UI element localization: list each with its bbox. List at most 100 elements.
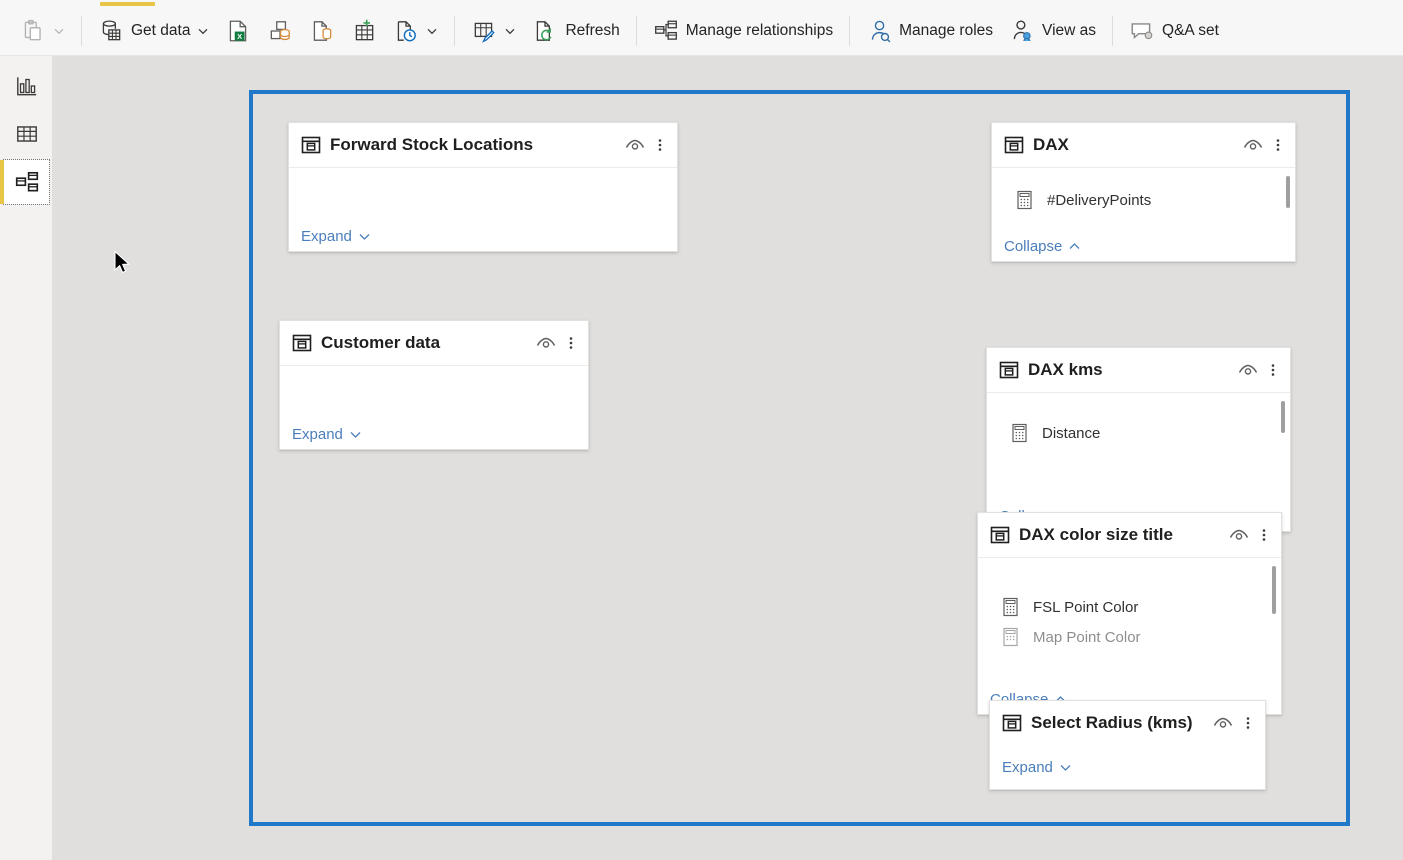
paste-button[interactable] xyxy=(12,11,73,51)
table-card-dax-color-size-title[interactable]: DAX color size title FSL Point Color Map… xyxy=(977,512,1282,715)
more-options-icon[interactable] xyxy=(1271,134,1285,156)
table-card-header[interactable]: Select Radius (kms) xyxy=(990,701,1265,746)
manage-roles-button[interactable]: Manage roles xyxy=(858,11,1001,51)
chevron-down-icon xyxy=(1060,764,1071,771)
measure-calculator-icon xyxy=(1003,627,1018,647)
mouse-cursor xyxy=(114,250,130,274)
eye-hide-icon[interactable] xyxy=(1228,524,1250,546)
table-card-header[interactable]: DAX kms xyxy=(987,348,1290,393)
table-card-header[interactable]: Forward Stock Locations xyxy=(289,123,677,168)
more-options-icon[interactable] xyxy=(653,134,667,156)
table-card-select-radius-kms[interactable]: Select Radius (kms) Expand xyxy=(989,700,1266,790)
sidebar-item-report-view[interactable] xyxy=(4,64,49,108)
table-card-dax-kms[interactable]: DAX kms Distance xyxy=(986,347,1291,532)
svg-text:X: X xyxy=(238,31,243,40)
table-card-title: DAX kms xyxy=(1028,360,1103,379)
view-as-button[interactable]: View as xyxy=(1001,11,1104,51)
table-card-title: Select Radius (kms) xyxy=(1031,713,1193,732)
bar-chart-icon xyxy=(16,77,36,96)
table-card-customer-data[interactable]: Customer data Expand xyxy=(279,320,589,450)
table-card-title: Forward Stock Locations xyxy=(330,135,534,154)
expand-link[interactable]: Expand xyxy=(301,228,371,245)
field-row[interactable]: Distance xyxy=(987,418,1290,448)
table-card-header[interactable]: DAX color size title xyxy=(978,513,1281,558)
more-options-icon[interactable] xyxy=(1257,524,1271,546)
refresh-button[interactable]: Refresh xyxy=(524,11,627,51)
table-card-icon xyxy=(301,136,321,154)
ribbon-separator xyxy=(849,15,851,46)
table-card-header[interactable]: DAX xyxy=(992,123,1295,168)
table-card-icon xyxy=(292,334,312,352)
more-options-icon[interactable] xyxy=(1266,359,1280,381)
table-card-icon xyxy=(990,526,1010,544)
transform-data-button[interactable] xyxy=(463,11,524,51)
collapse-label: Collapse xyxy=(1004,237,1063,255)
table-grid-icon xyxy=(16,126,37,142)
field-label: Map Point Color xyxy=(1033,628,1141,646)
table-card-header[interactable]: Customer data xyxy=(280,321,588,366)
field-row[interactable]: FSL Point Color xyxy=(978,592,1281,622)
dataverse-icon xyxy=(314,20,332,41)
model-diagram-canvas[interactable]: Forward Stock Locations Expand Customer … xyxy=(53,56,1403,860)
ribbon-separator xyxy=(635,15,637,46)
table-card-icon xyxy=(999,361,1019,379)
measure-calculator-icon xyxy=(1017,190,1032,210)
clipboard-icon xyxy=(24,19,41,40)
eye-hide-icon[interactable] xyxy=(624,134,646,156)
chevron-down-icon xyxy=(428,28,437,34)
ribbon-separator xyxy=(81,15,82,46)
qna-setup-label: Q&A set xyxy=(1162,21,1219,39)
chevron-up-icon xyxy=(1069,242,1080,249)
field-label: FSL Point Color xyxy=(1033,598,1139,616)
expand-link[interactable]: Expand xyxy=(292,426,362,443)
expand-label: Expand xyxy=(1002,758,1053,776)
table-card-forward-stock-locations[interactable]: Forward Stock Locations Expand xyxy=(288,122,678,252)
eye-hide-icon[interactable] xyxy=(1242,134,1264,156)
database-icon xyxy=(102,19,121,40)
sidebar-item-data-view[interactable] xyxy=(4,112,49,156)
view-as-icon xyxy=(1013,19,1031,41)
table-card-icon xyxy=(1004,136,1024,154)
field-row[interactable]: #DeliveryPoints xyxy=(992,185,1295,215)
eye-hide-icon[interactable] xyxy=(1212,712,1234,734)
recent-sources-icon xyxy=(398,20,417,41)
sql-server-button[interactable] xyxy=(259,11,301,51)
refresh-icon xyxy=(537,20,552,41)
collapse-link[interactable]: Collapse xyxy=(1004,238,1081,255)
table-card-dax[interactable]: DAX #DeliveryPoints Collapse xyxy=(991,122,1296,262)
qna-setup-button[interactable]: Q&A set xyxy=(1121,11,1227,51)
expand-label: Expand xyxy=(301,227,352,245)
dataverse-button[interactable] xyxy=(301,11,343,51)
eye-hide-icon[interactable] xyxy=(1237,359,1259,381)
model-relationship-icon xyxy=(15,171,38,192)
more-options-icon[interactable] xyxy=(1241,712,1255,734)
chevron-down-icon xyxy=(359,233,370,240)
relationships-icon xyxy=(654,20,677,40)
chevron-down-icon xyxy=(350,431,361,438)
ribbon-separator xyxy=(1112,15,1114,46)
table-card-title: Customer data xyxy=(321,333,441,352)
enter-data-button[interactable] xyxy=(343,11,385,51)
more-options-icon[interactable] xyxy=(564,332,578,354)
qna-icon xyxy=(1131,22,1153,39)
excel-workbook-button[interactable]: X xyxy=(217,11,259,51)
table-card-footer[interactable]: Expand xyxy=(289,221,677,251)
table-card-footer[interactable]: Expand xyxy=(990,745,1265,789)
get-data-button[interactable]: Get data xyxy=(90,11,217,51)
enter-data-icon xyxy=(356,19,374,40)
recent-sources-button[interactable] xyxy=(385,11,446,51)
manage-relationships-button[interactable]: Manage relationships xyxy=(645,11,841,51)
manage-roles-icon xyxy=(871,20,891,42)
field-row[interactable]: Map Point Color xyxy=(978,622,1281,652)
table-card-title: DAX color size title xyxy=(1019,525,1173,544)
card-scrollbar[interactable] xyxy=(1272,566,1276,614)
expand-link[interactable]: Expand xyxy=(1002,759,1072,776)
table-card-footer[interactable]: Expand xyxy=(280,419,588,449)
table-card-footer[interactable]: Collapse xyxy=(992,231,1295,261)
sidebar-item-model-view[interactable] xyxy=(0,159,50,205)
card-scrollbar[interactable] xyxy=(1281,401,1285,433)
field-label: Distance xyxy=(1042,424,1101,442)
eye-hide-icon[interactable] xyxy=(535,332,557,354)
ribbon-toolbar: Get data X Refresh Manage relationships … xyxy=(0,0,1403,56)
card-scrollbar[interactable] xyxy=(1286,176,1290,208)
